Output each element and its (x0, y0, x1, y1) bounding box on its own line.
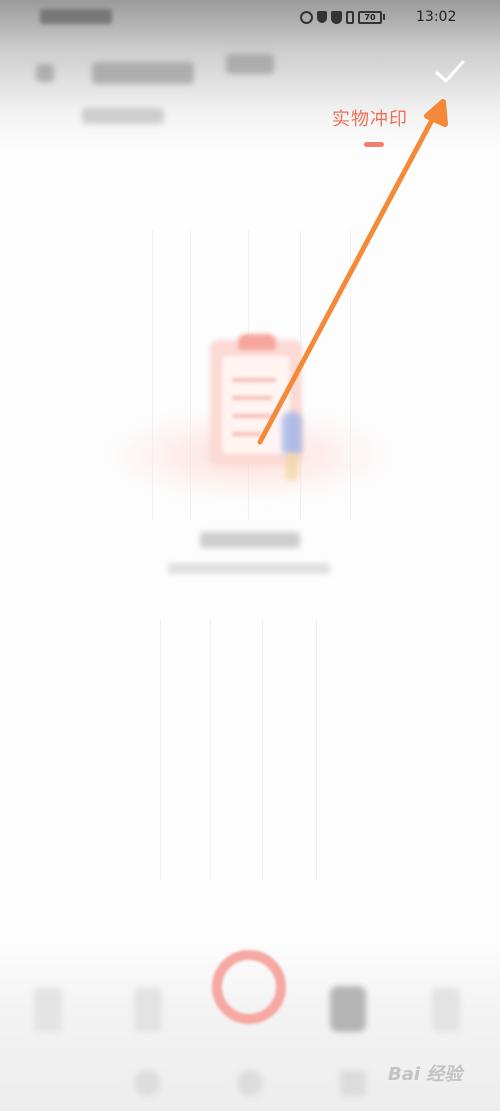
empty-state-subtitle-blurred (168, 563, 330, 574)
tab-physical-print[interactable]: 实物冲印 (332, 105, 408, 131)
clipboard-paper (222, 356, 290, 454)
toolbar-item-icon[interactable] (134, 988, 162, 1032)
avatar[interactable] (330, 986, 366, 1032)
clipboard-clip (238, 334, 276, 350)
bg-line (210, 620, 211, 880)
toolbar-item-icon[interactable] (34, 988, 62, 1032)
carrier-indicator (40, 9, 112, 24)
battery-icon: 70 (358, 10, 382, 24)
clipboard-line (232, 414, 276, 418)
nav-home-icon[interactable] (237, 1070, 263, 1096)
back-icon[interactable] (36, 64, 54, 82)
header-title-blurred (92, 62, 194, 84)
bg-line (316, 620, 317, 880)
bg-line (262, 620, 263, 880)
status-bar: 70 13:02 (0, 0, 500, 34)
nav-recent-icon[interactable] (340, 1070, 366, 1096)
tab-indicator (364, 142, 384, 147)
alarm-icon (300, 10, 313, 24)
clipboard-line (232, 432, 262, 436)
battery-level: 70 (364, 12, 376, 22)
vibrate-icon (346, 10, 354, 24)
battery-tip (383, 14, 385, 20)
clipboard-line (232, 396, 272, 400)
shield-icon (331, 10, 342, 24)
watermark: Bai 经验 (388, 1064, 463, 1085)
status-time: 13:02 (416, 9, 457, 25)
app-screen: 70 13:02 实物冲印 Bai 经验 (0, 0, 500, 1111)
empty-state-title-blurred (200, 532, 300, 548)
toolbar-item-icon[interactable] (432, 988, 460, 1032)
person-legs (286, 454, 298, 480)
notification-icon (317, 11, 327, 23)
bg-line (160, 620, 161, 880)
tab-blurred[interactable] (82, 108, 164, 124)
person-illustration (282, 412, 302, 454)
clipboard-line (232, 378, 276, 382)
header-center-blurred[interactable] (226, 54, 274, 74)
check-icon[interactable] (434, 58, 466, 86)
nav-back-icon[interactable] (134, 1070, 160, 1096)
status-icons: 70 (300, 9, 385, 25)
shutter-ring-icon[interactable] (212, 950, 286, 1024)
